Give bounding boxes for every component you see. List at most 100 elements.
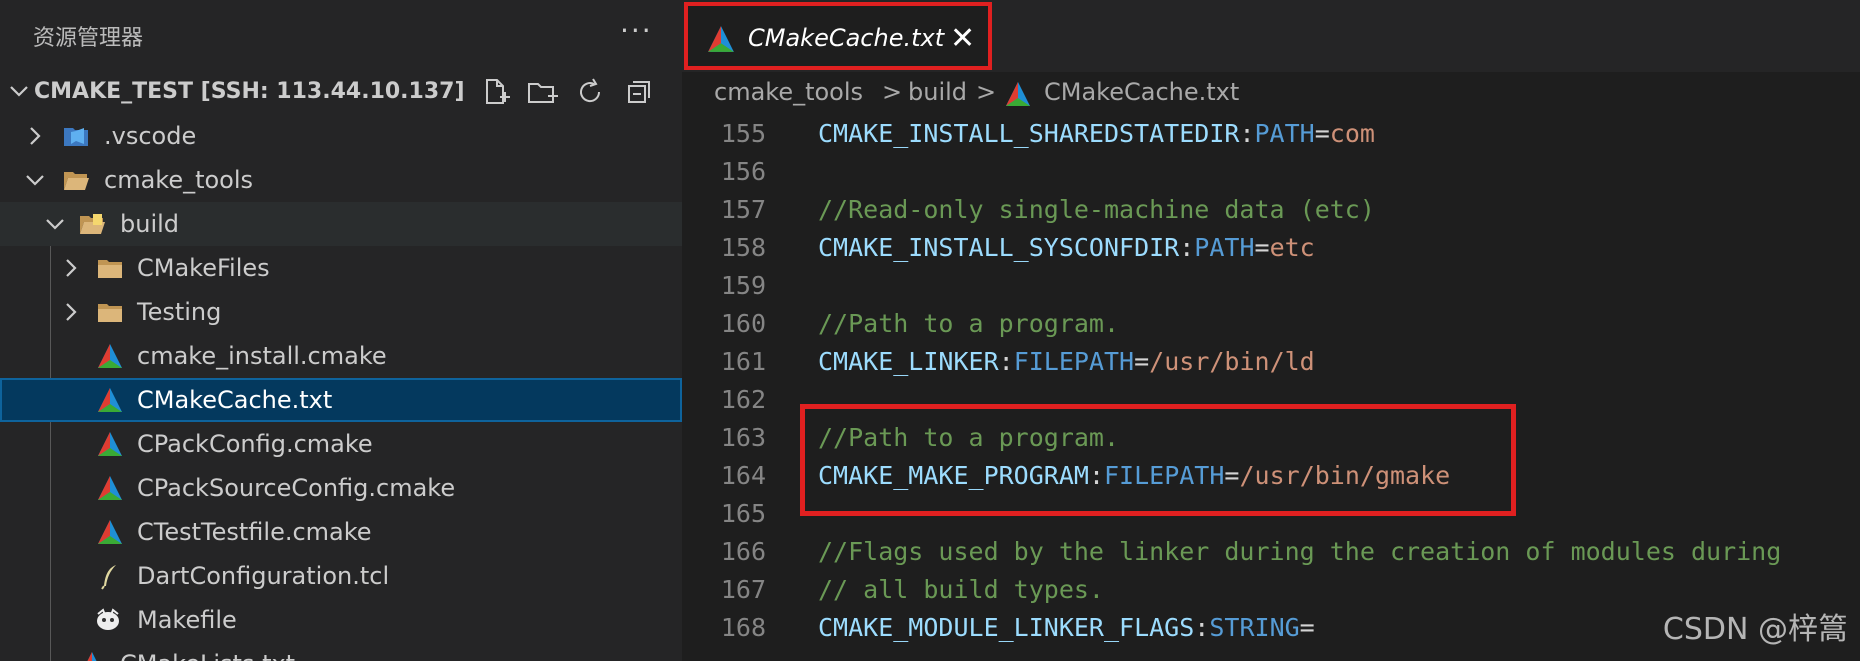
explorer-title: 资源管理器 (33, 26, 144, 51)
tree-item-vscode[interactable]: .vscode (0, 114, 682, 158)
tree-item-makefile[interactable]: Makefile (0, 598, 682, 642)
workspace-label: CMAKE_TEST [SSH: 113.44.10.137] (34, 79, 465, 104)
new-folder-icon[interactable] (526, 76, 560, 108)
workspace-header[interactable]: CMAKE_TEST [SSH: 113.44.10.137] (0, 72, 682, 112)
code-line[interactable]: 161 CMAKE_LINKER:FILEPATH=/usr/bin/ld (682, 342, 1860, 380)
tree-item-cmakelists[interactable]: CMakeLists.txt (0, 642, 682, 661)
cmake-icon (98, 344, 122, 368)
breadcrumb-separator: > (976, 78, 997, 106)
cmake-icon (98, 476, 122, 500)
tree-item-label: CMakeFiles (137, 254, 270, 282)
tree-item-label: .vscode (104, 122, 197, 150)
line-content: //Flags used by the linker during the cr… (818, 537, 1781, 566)
gnu-icon (97, 608, 119, 630)
explorer-header: 资源管理器 ··· (0, 0, 682, 72)
watermark: CSDN @梓篙 (1662, 612, 1848, 647)
code-token: : (998, 347, 1014, 376)
tree-item-dartconfiguration[interactable]: DartConfiguration.tcl (0, 554, 682, 598)
code-token: : (1179, 233, 1195, 262)
editor-area: CMakeCache.txt ✕ cmake_tools > build > C… (682, 0, 1860, 661)
breadcrumb-item-build[interactable]: build (908, 78, 967, 106)
tree-item-cpackconfig[interactable]: CPackConfig.cmake (0, 422, 682, 466)
line-number: 166 (720, 537, 766, 566)
line-number: 159 (720, 271, 766, 300)
tree-item-label: Makefile (137, 606, 237, 634)
code-token: CMAKE_MODULE_LINKER_FLAGS (818, 613, 1195, 642)
cmake-icon (1006, 82, 1030, 106)
line-content: CMAKE_INSTALL_SYSCONFDIR:PATH=etc (818, 233, 1315, 262)
line-content: CMAKE_MODULE_LINKER_FLAGS:STRING= (818, 613, 1315, 642)
chevron-down-icon (46, 219, 64, 230)
code-token: : (1194, 613, 1210, 642)
tree-item-cmake-tools[interactable]: cmake_tools (0, 158, 682, 202)
line-number: 157 (720, 195, 766, 224)
tree-item-cmakecache[interactable]: CMakeCache.txt (0, 378, 682, 422)
tree-item-label: CMakeLists.txt (120, 650, 295, 661)
tree-item-label: CTestTestfile.cmake (137, 518, 372, 546)
tree-item-build[interactable]: build (0, 202, 682, 246)
code-line[interactable]: 158 CMAKE_INSTALL_SYSCONFDIR:PATH=etc (682, 228, 1860, 266)
line-content: //Read-only single-machine data (etc) (818, 195, 1375, 224)
code-line[interactable]: 157 //Read-only single-machine data (etc) (682, 190, 1860, 228)
code-token: PATH (1194, 233, 1255, 262)
breadcrumb-item-file[interactable]: CMakeCache.txt (1044, 78, 1239, 106)
code-token: //Read-only single-machine data (etc) (818, 195, 1375, 224)
tree-item-cmake-install[interactable]: cmake_install.cmake (0, 334, 682, 378)
tree-item-label: CPackSourceConfig.cmake (137, 474, 456, 502)
tree-item-testing[interactable]: Testing (0, 290, 682, 334)
highlight-annotation (800, 404, 1516, 516)
code-token: /usr/bin/ld (1149, 347, 1315, 376)
tab-bar: CMakeCache.txt ✕ (682, 0, 1860, 72)
code-token: //Flags used by the linker during the cr… (818, 537, 1782, 566)
collapse-all-icon[interactable] (622, 76, 656, 108)
cmake-icon (87, 652, 97, 661)
line-number: 165 (720, 499, 766, 528)
chevron-right-icon (66, 303, 77, 321)
line-number: 167 (720, 575, 766, 604)
folder-icon (98, 304, 122, 322)
line-content: CMAKE_LINKER:FILEPATH=/usr/bin/ld (818, 347, 1315, 376)
tree-item-ctesttestfile[interactable]: CTestTestfile.cmake (0, 510, 682, 554)
tree-item-cmakefiles[interactable]: CMakeFiles (0, 246, 682, 290)
explorer-sidebar: 资源管理器 ··· CMAKE_TEST [SSH: 113.44.10.137… (0, 0, 682, 661)
code-token: PATH (1254, 119, 1315, 148)
code-line[interactable]: 167 // all build types. (682, 570, 1860, 608)
close-icon[interactable]: ✕ (950, 21, 975, 56)
tree-item-label: cmake_install.cmake (137, 342, 387, 370)
more-actions-button[interactable]: ··· (620, 14, 653, 47)
tab-cmakecache[interactable]: CMakeCache.txt ✕ (684, 2, 992, 70)
code-token: //Path to a program. (818, 309, 1120, 338)
code-line[interactable]: 155 CMAKE_INSTALL_SHAREDSTATEDIR:PATH=com (682, 114, 1860, 152)
line-number: 164 (720, 461, 766, 490)
code-token: etc (1269, 233, 1315, 262)
code-line[interactable]: 159 (682, 266, 1860, 304)
tree-item-label: cmake_tools (104, 166, 254, 194)
line-number: 158 (720, 233, 766, 262)
chevron-right-icon (30, 127, 41, 145)
line-number: 162 (720, 385, 766, 414)
code-line[interactable]: 166 //Flags used by the linker during the… (682, 532, 1860, 570)
new-file-icon[interactable] (478, 76, 512, 108)
code-token: com (1329, 119, 1375, 148)
tree-item-label: DartConfiguration.tcl (137, 562, 390, 590)
chevron-down-icon (10, 86, 28, 97)
folder-open-icon (64, 172, 89, 190)
tree-item-label: Testing (137, 298, 222, 326)
breadcrumb-separator: > (882, 78, 903, 106)
breadcrumb-item-cmake-tools[interactable]: cmake_tools (714, 78, 863, 106)
cmake-icon (98, 520, 122, 544)
tree-item-cpacksourceconfig[interactable]: CPackSourceConfig.cmake (0, 466, 682, 510)
code-token: // all build types. (818, 575, 1104, 604)
line-number: 163 (720, 423, 766, 452)
breadcrumb: cmake_tools > build > CMakeCache.txt (682, 72, 1860, 114)
line-content: CMAKE_INSTALL_SHAREDSTATEDIR:PATH=com (818, 119, 1375, 148)
line-content: // all build types. (818, 575, 1104, 604)
line-number: 168 (720, 613, 766, 642)
refresh-icon[interactable] (574, 76, 608, 108)
tree-item-label: CPackConfig.cmake (137, 430, 373, 458)
code-token: = (1299, 613, 1315, 642)
chevron-down-icon (26, 175, 44, 186)
code-line[interactable]: 160 //Path to a program. (682, 304, 1860, 342)
code-line[interactable]: 156 (682, 152, 1860, 190)
code-token: CMAKE_INSTALL_SHAREDSTATEDIR (818, 119, 1240, 148)
